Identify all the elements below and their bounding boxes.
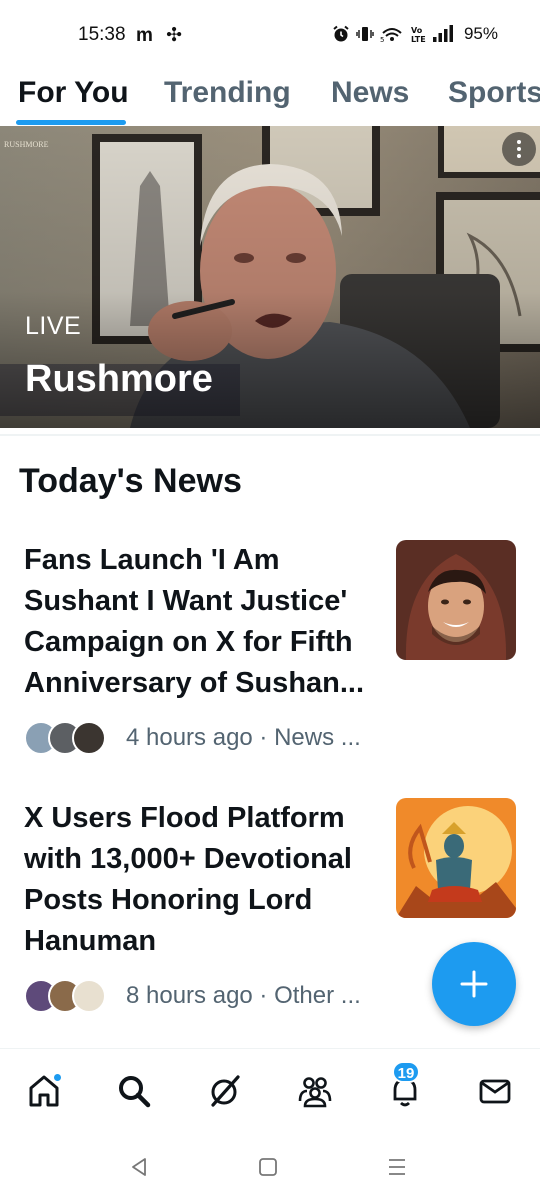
- news-item[interactable]: Fans Launch 'I Am Sushant I Want Justice…: [0, 540, 540, 760]
- svg-text:5: 5: [380, 36, 384, 43]
- messages-icon: [479, 1079, 511, 1104]
- avatar: [72, 979, 106, 1013]
- communities-icon: [298, 1077, 332, 1108]
- avatar-stack: [24, 721, 116, 755]
- section-divider: [0, 434, 540, 436]
- back-triangle-icon: [132, 1158, 146, 1176]
- section-title: Today's News: [19, 462, 242, 500]
- news-headline: Fans Launch 'I Am Sushant I Want Justice…: [24, 544, 365, 699]
- hero-more-options-button[interactable]: [502, 132, 536, 166]
- avatar-stack: [24, 979, 116, 1013]
- battery-level: 95%: [463, 24, 498, 43]
- news-thumbnail: [396, 540, 516, 660]
- channel-logo: RUSHMORE: [4, 140, 49, 149]
- vibrate-icon: [356, 27, 374, 41]
- nav-home[interactable]: [22, 1069, 66, 1113]
- dot-icon: [517, 154, 521, 158]
- bottom-navigation: 19: [0, 1048, 540, 1136]
- news-headline: X Users Flood Platform with 13,000+ Devo…: [24, 802, 352, 957]
- wifi-icon: 5: [380, 28, 402, 43]
- nav-communities[interactable]: [293, 1069, 337, 1113]
- top-tabs: For You Trending News Sports: [0, 72, 540, 126]
- news-meta: 4 hours ago · News ...: [24, 721, 361, 755]
- svg-text:Vo: Vo: [411, 26, 423, 35]
- nav-grok[interactable]: [203, 1069, 247, 1113]
- tab-for-you[interactable]: For You: [18, 76, 129, 110]
- system-home-button[interactable]: [253, 1152, 283, 1182]
- grok-icon: [211, 1075, 240, 1107]
- status-right-icons: 5 Vo LTE 95%: [332, 24, 498, 44]
- recents-icon: [389, 1159, 405, 1175]
- system-navigation-bar: [0, 1136, 540, 1199]
- live-hero-card[interactable]: RUSHMORE LIVE Rushmore: [0, 126, 540, 428]
- nav-search[interactable]: [112, 1069, 156, 1113]
- tab-trending[interactable]: Trending: [164, 76, 291, 110]
- status-time: 15:38: [78, 24, 126, 45]
- alarm-icon: [333, 25, 349, 42]
- avatar: [72, 721, 106, 755]
- news-meta-text: 4 hours ago · News ...: [126, 724, 361, 751]
- system-recents-button[interactable]: [382, 1152, 412, 1182]
- status-bar: 15:38 m ✣ 5 Vo LTE 95%: [0, 0, 540, 72]
- tab-sports[interactable]: Sports: [448, 76, 540, 110]
- active-tab-indicator: [16, 120, 126, 125]
- tab-news[interactable]: News: [331, 76, 409, 110]
- dot-icon: [517, 140, 521, 144]
- search-icon: [119, 1076, 151, 1108]
- compose-button[interactable]: [432, 942, 516, 1026]
- signal-icon: [432, 25, 453, 42]
- nav-notifications[interactable]: 19: [383, 1061, 427, 1113]
- home-unread-dot: [53, 1073, 62, 1082]
- svg-text:LTE: LTE: [411, 35, 426, 43]
- plus-icon: [460, 970, 488, 998]
- status-notification-icons: m ✣: [136, 25, 187, 46]
- notifications-badge: 19: [392, 1061, 420, 1083]
- hero-title: Rushmore: [25, 358, 213, 400]
- news-meta-text: 8 hours ago · Other ...: [126, 982, 361, 1009]
- volte-icon: Vo LTE: [411, 26, 426, 43]
- news-meta: 8 hours ago · Other ...: [24, 979, 361, 1013]
- dot-icon: [517, 147, 521, 151]
- live-label: LIVE: [25, 312, 82, 340]
- news-thumbnail: [396, 798, 516, 918]
- nav-messages[interactable]: [473, 1069, 517, 1113]
- system-back-button[interactable]: [124, 1152, 154, 1182]
- home-square-icon: [259, 1158, 277, 1176]
